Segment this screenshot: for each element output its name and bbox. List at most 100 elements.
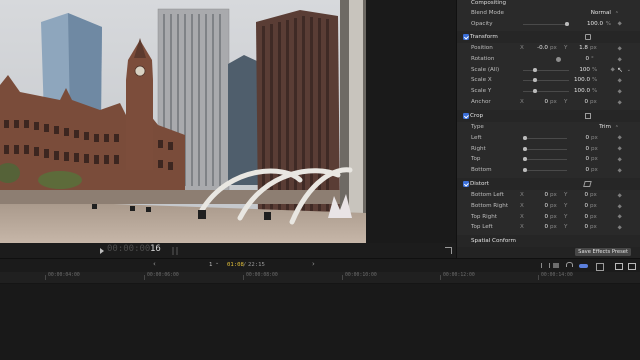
crop-top-slider[interactable] <box>523 157 567 161</box>
snapping-icon[interactable] <box>579 263 588 268</box>
distort-br-y[interactable]: 0 <box>577 201 588 212</box>
distort-tl-x[interactable]: 0 <box>537 222 548 233</box>
timeline-index[interactable]: 1 <box>209 262 213 268</box>
scale-y-knob[interactable] <box>533 89 537 93</box>
headphones-icon[interactable] <box>566 262 573 267</box>
scale-x-knob[interactable] <box>533 78 537 82</box>
spatial-conform-header[interactable]: Spatial Conform <box>457 235 640 247</box>
rotation-value[interactable]: 0 <box>575 54 589 65</box>
spatial-conform-label: Spatial Conform <box>471 238 516 244</box>
chevron-left-icon[interactable]: ‹ <box>153 260 156 268</box>
transform-onscreen-icon[interactable] <box>585 34 591 40</box>
anchor-y-value[interactable]: 0 <box>571 97 588 108</box>
transitions-browser-icon[interactable] <box>628 262 636 270</box>
position-y-unit: px <box>590 45 597 51</box>
x-label: X <box>520 213 524 220</box>
keyframe-icon[interactable] <box>616 56 622 62</box>
keyframe-icon[interactable] <box>616 156 622 162</box>
scale-y-slider[interactable] <box>523 89 569 93</box>
keyframe-icon[interactable] <box>616 135 622 141</box>
distort-header[interactable]: Distort <box>457 178 640 190</box>
timeline-ruler[interactable]: 00:00:04:00 00:00:06:00 00:00:08:00 00:0… <box>0 272 640 284</box>
scale-all-slider[interactable] <box>523 67 569 72</box>
keyframe-icon[interactable] <box>616 45 622 51</box>
crop-left-value[interactable]: 0 <box>579 133 589 144</box>
ruler-label: 00:00:10:00 <box>345 273 377 278</box>
crop-bottom-value[interactable]: 0 <box>579 165 589 176</box>
keyframe-icon[interactable] <box>609 67 615 73</box>
keyframe-icon[interactable] <box>616 192 622 198</box>
distort-tl-y[interactable]: 0 <box>577 222 588 233</box>
keyframe-icon[interactable] <box>616 77 622 83</box>
scale-y-value[interactable]: 100.0 <box>572 86 590 97</box>
opacity-slider[interactable] <box>523 21 569 26</box>
crop-left-slider[interactable] <box>523 135 567 140</box>
distort-tr-x[interactable]: 0 <box>537 212 548 223</box>
px-unit: px <box>550 213 557 220</box>
video-frame[interactable] <box>0 0 366 243</box>
blend-mode-popup[interactable]: Normal <box>591 8 611 19</box>
crop-type-popup[interactable]: Trim <box>599 122 611 133</box>
keyframe-icon[interactable] <box>616 146 622 152</box>
crop-top-knob[interactable] <box>523 157 527 161</box>
crop-bottom-slider[interactable] <box>523 168 567 172</box>
distort-onscreen-icon[interactable] <box>583 181 592 187</box>
anchor-x-value[interactable]: 0 <box>529 97 548 108</box>
keyframe-icon[interactable] <box>616 21 622 27</box>
distort-br-x[interactable]: 0 <box>537 201 548 212</box>
distort-bl-y[interactable]: 0 <box>577 190 588 201</box>
transform-header[interactable]: Transform <box>457 31 640 43</box>
keyframe-icon[interactable] <box>616 214 622 220</box>
distort-bl-x[interactable]: 0 <box>537 190 548 201</box>
position-x-value[interactable]: -0.0 <box>529 43 548 54</box>
chevron-right-icon[interactable]: › <box>312 260 315 268</box>
save-effects-preset-button[interactable]: Save Effects Preset <box>575 248 631 256</box>
ruler-label: 00:00:12:00 <box>443 273 475 278</box>
keyframe-icon[interactable] <box>616 167 622 173</box>
keyframe-icon[interactable] <box>616 99 622 105</box>
reset-icon[interactable]: ↖ <box>617 65 623 76</box>
crop-left-knob[interactable] <box>523 135 527 140</box>
effects-browser-icon[interactable] <box>615 262 623 270</box>
crop-bottom-knob[interactable] <box>523 168 527 172</box>
rotation-dial-icon[interactable] <box>556 56 561 62</box>
crop-header[interactable]: Crop <box>457 110 640 122</box>
distort-tr-y[interactable]: 0 <box>577 212 588 223</box>
crop-top-value[interactable]: 0 <box>579 154 589 165</box>
crop-right-knob[interactable] <box>523 146 527 151</box>
scale-all-knob[interactable] <box>533 67 537 72</box>
opacity-slider-knob[interactable] <box>565 21 569 26</box>
keyframe-icon[interactable] <box>616 224 622 230</box>
scale-y-row: Scale Y 100.0 % <box>457 86 640 97</box>
keyframe-icon[interactable] <box>616 203 622 209</box>
time-separator: / <box>243 262 247 268</box>
play-icon[interactable] <box>100 247 104 254</box>
timeline-tracks[interactable] <box>0 284 640 360</box>
crop-right-value[interactable]: 0 <box>579 144 589 155</box>
crop-type-label: Type <box>471 124 484 130</box>
opacity-value[interactable]: 100.0 <box>587 19 603 30</box>
opacity-label: Opacity <box>471 20 493 27</box>
fullscreen-icon[interactable] <box>445 247 452 254</box>
transform-checkbox[interactable] <box>463 34 469 40</box>
px-unit: px <box>590 213 597 220</box>
clip-appearance-icon[interactable] <box>596 262 604 271</box>
chevron-down-icon[interactable]: ⌄ <box>627 65 631 76</box>
audio-skimming-icon[interactable] <box>541 263 550 268</box>
px-unit: px <box>550 192 557 198</box>
scale-x-value[interactable]: 100.0 <box>572 75 590 86</box>
scale-all-value[interactable]: 100 <box>575 65 590 76</box>
anchor-y-unit: px <box>590 99 597 105</box>
position-y-label: Y <box>564 45 568 51</box>
skimming-icon[interactable] <box>553 263 559 268</box>
scale-y-label: Scale Y <box>471 88 492 94</box>
chevron-down-icon[interactable]: ⌄ <box>215 260 219 266</box>
crop-onscreen-icon[interactable] <box>585 113 591 119</box>
distort-checkbox[interactable] <box>463 181 469 187</box>
position-y-value[interactable]: 1.8 <box>571 43 588 54</box>
crop-right-slider[interactable] <box>523 146 567 151</box>
crop-checkbox[interactable] <box>463 113 469 119</box>
keyframe-icon[interactable] <box>616 88 622 94</box>
anchor-x-label: X <box>520 99 524 105</box>
scale-x-slider[interactable] <box>523 78 569 82</box>
